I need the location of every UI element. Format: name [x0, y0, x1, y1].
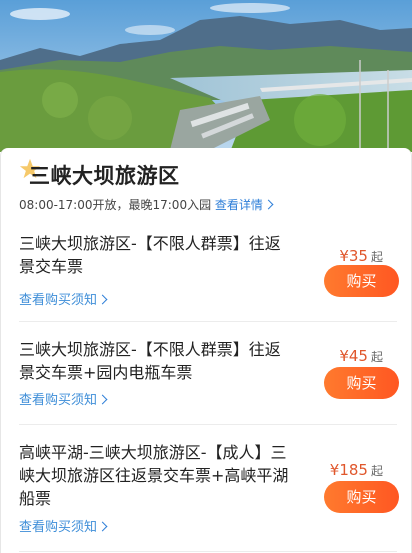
purchase-notice-link[interactable]: 查看购买须知: [19, 516, 108, 535]
ticket-price: ¥35 起: [339, 247, 383, 265]
scenic-title: 三峡大坝旅游区: [29, 164, 180, 188]
purchase-notice-link[interactable]: 查看购买须知: [19, 289, 108, 308]
opening-hours: 08:00-17:00开放，最晚17:00入园 查看详情: [19, 196, 274, 213]
title-row: 三峡大坝旅游区: [19, 158, 180, 192]
divider: [19, 551, 397, 552]
ticket-price: ¥185 起: [329, 461, 383, 479]
divider: [19, 321, 397, 322]
chevron-right-icon: [97, 394, 108, 405]
hero-image: [0, 0, 412, 152]
ticket-name: 三峡大坝旅游区-【不限人群票】往返景交车票: [19, 234, 281, 276]
purchase-notice-link[interactable]: 查看购买须知: [19, 389, 108, 408]
buy-button[interactable]: 购买: [324, 265, 399, 297]
chevron-right-icon: [97, 521, 108, 532]
chevron-right-icon: [263, 199, 274, 210]
buy-button[interactable]: 购买: [324, 481, 399, 513]
buy-button[interactable]: 购买: [324, 367, 399, 399]
ticket-name: 高峡平湖-三峡大坝旅游区-【成人】三峡大坝旅游区往返景交车票+高峡平湖船票: [19, 443, 289, 508]
chevron-right-icon: [97, 294, 108, 305]
details-link[interactable]: 查看详情: [215, 198, 274, 212]
scenic-info-card: 三峡大坝旅游区 08:00-17:00开放，最晚17:00入园 查看详情 三峡大…: [0, 148, 412, 553]
ticket-name: 三峡大坝旅游区-【不限人群票】往返景交车票+园内电瓶车票: [19, 340, 281, 382]
divider: [19, 424, 397, 425]
hours-text: 08:00-17:00开放，最晚17:00入园: [19, 198, 212, 212]
ticket-price: ¥45 起: [339, 347, 383, 365]
